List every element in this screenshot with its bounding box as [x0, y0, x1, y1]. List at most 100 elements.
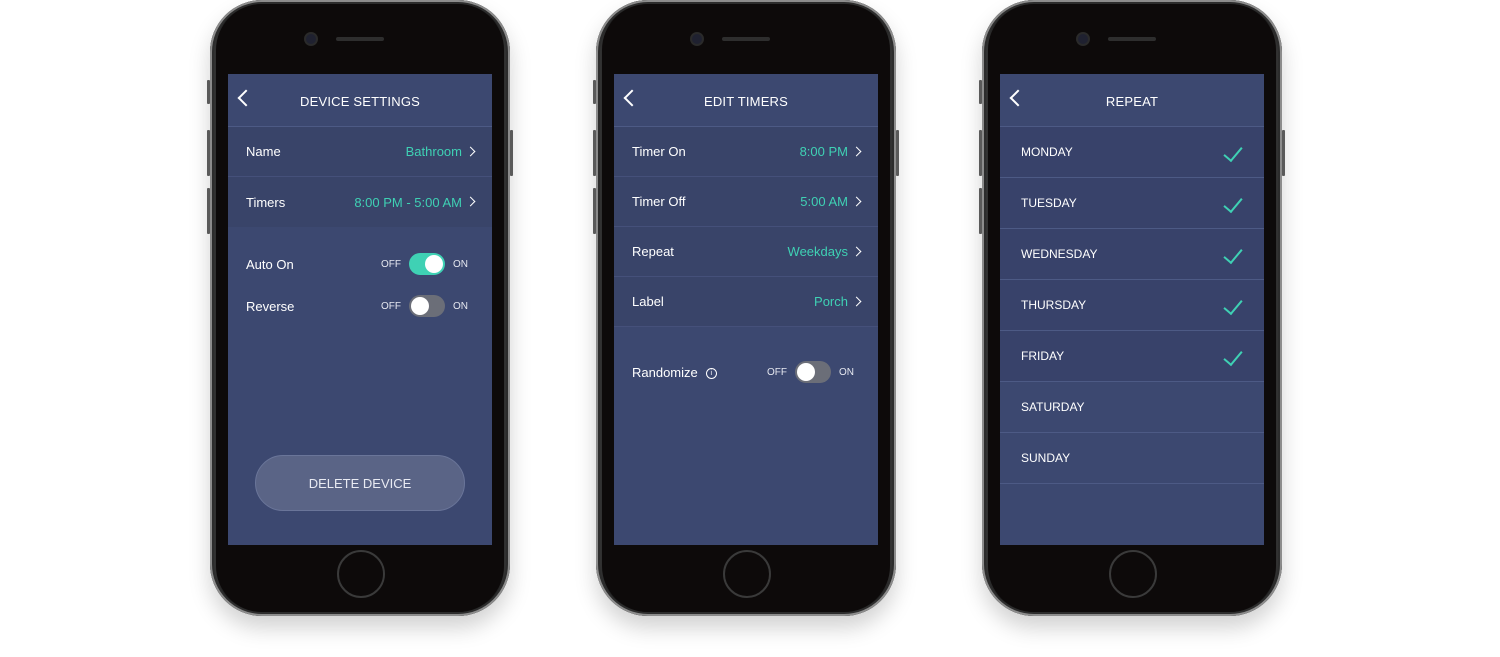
randomize-toggle[interactable]: [795, 361, 831, 383]
auto-on-row: Auto On OFF ON: [228, 243, 492, 285]
chevron-right-icon: [851, 196, 862, 207]
day-label: SUNDAY: [1021, 451, 1071, 465]
home-button: [337, 550, 385, 598]
power-button: [896, 130, 899, 176]
volume-down-button: [207, 188, 210, 234]
checkmark-icon: [1223, 345, 1243, 367]
home-button: [723, 550, 771, 598]
day-label: SATURDAY: [1021, 400, 1085, 414]
day-label: TUESDAY: [1021, 196, 1077, 210]
checkmark-icon: [1223, 294, 1243, 316]
row-value: Bathroom: [405, 144, 462, 159]
back-chevron-icon[interactable]: [623, 89, 641, 107]
power-button: [1282, 130, 1285, 176]
toggle-label: Reverse: [246, 298, 295, 314]
nav-bar: DEVICE SETTINGS: [228, 74, 492, 127]
day-row-thursday[interactable]: THURSDAY: [1000, 280, 1264, 331]
volume-up-button: [593, 130, 596, 176]
nav-bar: REPEAT: [1000, 74, 1264, 127]
earpiece-speaker: [722, 37, 770, 41]
day-row-wednesday[interactable]: WEDNESDAY: [1000, 229, 1264, 280]
day-row-monday[interactable]: MONDAY: [1000, 127, 1264, 178]
toggle-knob: [411, 297, 429, 315]
off-label: OFF: [381, 300, 401, 312]
phone-repeat: REPEAT MONDAY TUESDAY WEDNESDAY THURSDAY…: [979, 0, 1285, 616]
row-label: Timers: [246, 194, 286, 210]
row-label: Timer Off: [632, 194, 686, 209]
info-icon[interactable]: i: [705, 367, 717, 379]
toggle-label: Randomize: [632, 364, 698, 380]
on-label: ON: [839, 366, 854, 378]
device-settings-screen: DEVICE SETTINGS Name Bathroom Timers 8:0…: [228, 74, 492, 545]
timer-on-row[interactable]: Timer On 8:00 PM: [614, 127, 878, 177]
reverse-toggle[interactable]: [409, 295, 445, 317]
mute-switch: [593, 80, 596, 104]
off-label: OFF: [767, 366, 787, 378]
page-title: EDIT TIMERS: [703, 93, 789, 109]
day-label: MONDAY: [1021, 145, 1073, 159]
settings-group: Name Bathroom Timers 8:00 PM - 5:00 AM: [228, 127, 492, 227]
checkmark-icon: [1223, 243, 1243, 265]
volume-up-button: [207, 130, 210, 176]
front-camera: [692, 34, 702, 44]
row-value: 8:00 PM: [799, 144, 848, 159]
day-row-tuesday[interactable]: TUESDAY: [1000, 178, 1264, 229]
back-chevron-icon[interactable]: [237, 89, 255, 107]
page-title: REPEAT: [1105, 93, 1159, 109]
timers-row[interactable]: Timers 8:00 PM - 5:00 AM: [228, 177, 492, 227]
toggle-label: Auto On: [246, 256, 294, 272]
randomize-label-wrap: Randomize i: [632, 365, 767, 380]
nav-bar: EDIT TIMERS: [614, 74, 878, 127]
chevron-right-icon: [851, 146, 862, 157]
delete-device-button[interactable]: DELETE DEVICE: [255, 455, 465, 511]
day-label: THURSDAY: [1021, 298, 1087, 312]
earpiece-speaker: [336, 37, 384, 41]
back-chevron-icon[interactable]: [1009, 89, 1027, 107]
checkmark-icon: [1223, 141, 1243, 163]
edit-timers-screen: EDIT TIMERS Timer On 8:00 PM Timer Off 5…: [614, 74, 878, 545]
earpiece-speaker: [1108, 37, 1156, 41]
volume-up-button: [979, 130, 982, 176]
day-row-sunday[interactable]: SUNDAY: [1000, 433, 1264, 484]
volume-down-button: [593, 188, 596, 234]
day-row-friday[interactable]: FRIDAY: [1000, 331, 1264, 382]
day-row-saturday[interactable]: SATURDAY: [1000, 382, 1264, 433]
mute-switch: [207, 80, 210, 104]
front-camera: [1078, 34, 1088, 44]
reverse-row: Reverse OFF ON: [228, 285, 492, 327]
power-button: [510, 130, 513, 176]
row-value: 8:00 PM - 5:00 AM: [354, 194, 462, 210]
on-label: ON: [453, 258, 468, 270]
label-row[interactable]: Label Porch: [614, 277, 878, 327]
chevron-right-icon: [851, 296, 862, 307]
mute-switch: [979, 80, 982, 104]
row-value: 5:00 AM: [800, 194, 848, 209]
day-label: WEDNESDAY: [1021, 247, 1098, 261]
page-title: DEVICE SETTINGS: [299, 93, 421, 109]
volume-down-button: [979, 188, 982, 234]
on-label: ON: [453, 300, 468, 312]
name-row[interactable]: Name Bathroom: [228, 127, 492, 177]
toggle-knob: [425, 255, 443, 273]
home-button: [1109, 550, 1157, 598]
repeat-screen: REPEAT MONDAY TUESDAY WEDNESDAY THURSDAY…: [1000, 74, 1264, 545]
row-label: Name: [246, 144, 281, 159]
chevron-right-icon: [465, 146, 476, 157]
chevron-right-icon: [465, 196, 476, 207]
chevron-right-icon: [851, 246, 862, 257]
phone-edit-timers: EDIT TIMERS Timer On 8:00 PM Timer Off 5…: [593, 0, 899, 616]
row-label: Label: [632, 294, 664, 309]
randomize-row: Randomize i OFF ON: [614, 351, 878, 393]
day-label: FRIDAY: [1021, 349, 1065, 363]
phone-device-settings: DEVICE SETTINGS Name Bathroom Timers 8:0…: [207, 0, 513, 616]
row-label: Repeat: [632, 244, 674, 259]
timer-off-row[interactable]: Timer Off 5:00 AM: [614, 177, 878, 227]
auto-on-toggle[interactable]: [409, 253, 445, 275]
checkmark-icon: [1223, 192, 1243, 214]
toggle-knob: [797, 363, 815, 381]
off-label: OFF: [381, 258, 401, 270]
row-value: Weekdays: [787, 244, 848, 259]
row-value: Porch: [814, 294, 848, 309]
repeat-row[interactable]: Repeat Weekdays: [614, 227, 878, 277]
row-label: Timer On: [632, 144, 686, 159]
